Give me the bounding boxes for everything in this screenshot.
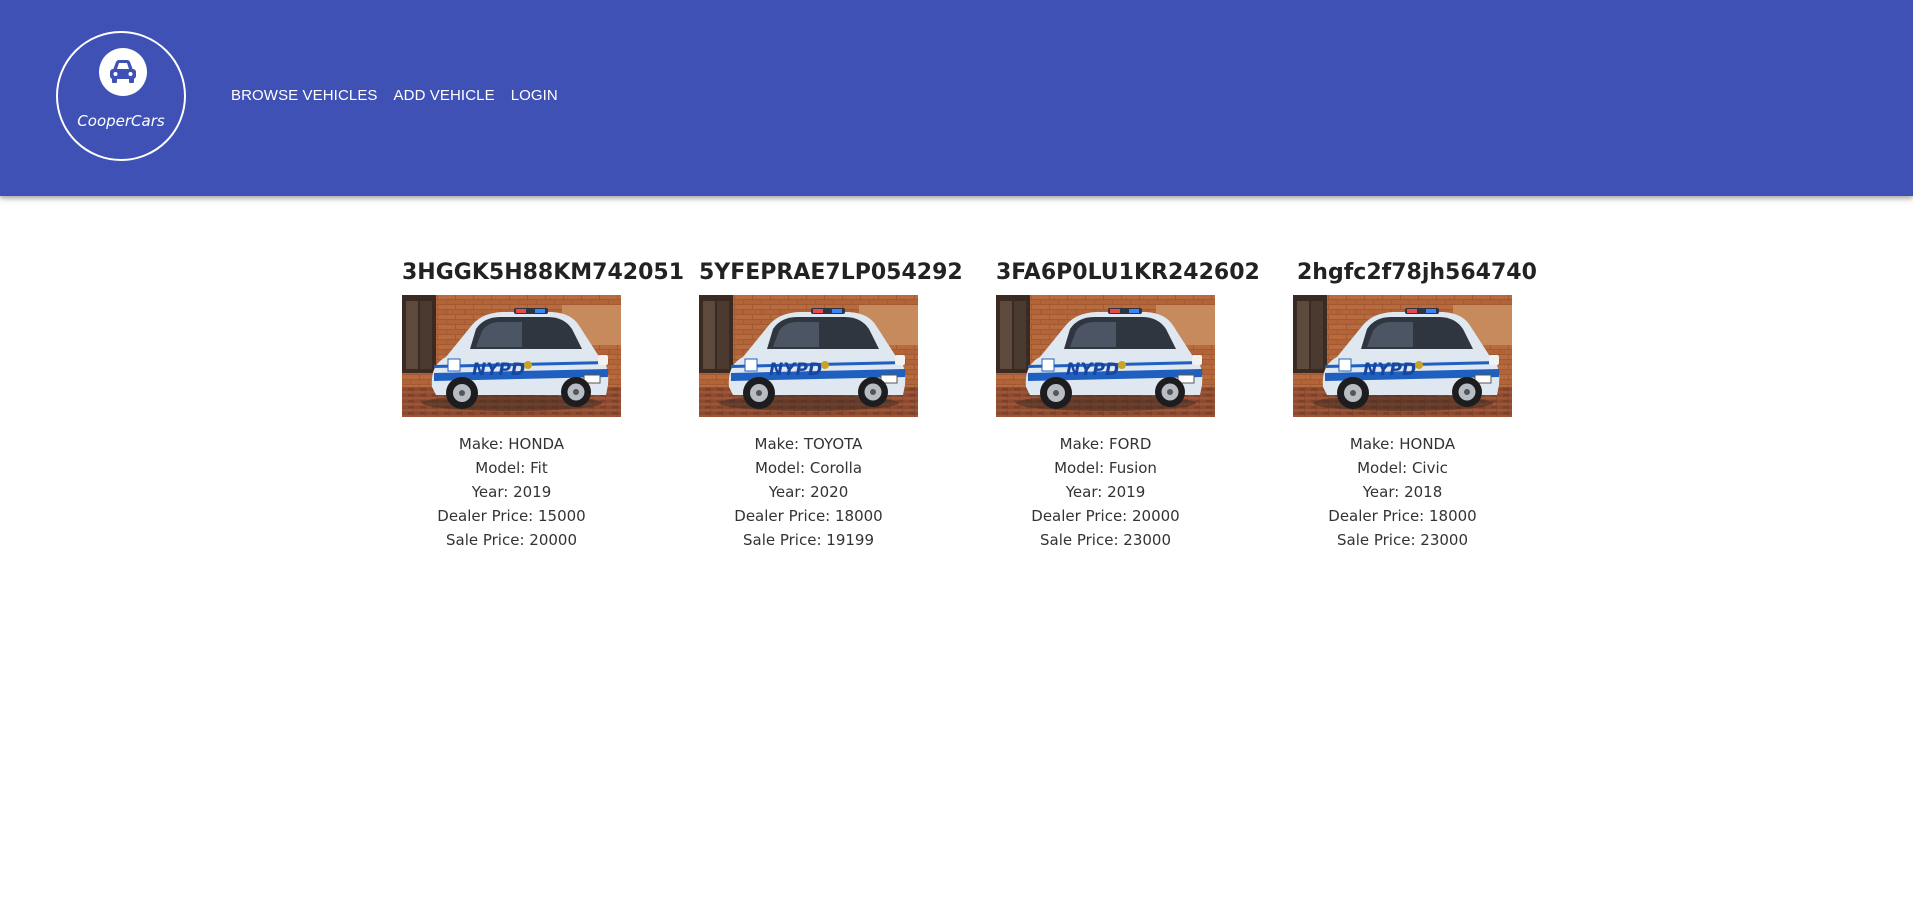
vehicle-model: Model: Civic xyxy=(1357,459,1448,477)
vehicle-make: Make: FORD xyxy=(1059,435,1152,453)
vehicle-model: Model: Fusion xyxy=(1054,459,1157,477)
nav-browse-vehicles[interactable]: BROWSE VEHICLES xyxy=(231,87,378,104)
vehicle-dealer-price: Dealer Price: 18000 xyxy=(1328,507,1477,525)
vehicle-details: Make: FORD Model: Fusion Year: 2019 Deal… xyxy=(996,432,1215,552)
main-nav: BROWSE VEHICLES ADD VEHICLE LOGIN xyxy=(231,87,558,104)
nav-login[interactable]: LOGIN xyxy=(511,87,558,104)
vehicle-year: Year: 2020 xyxy=(768,483,849,501)
logo[interactable]: CooperCars xyxy=(56,31,186,161)
vehicle-vin[interactable]: 3FA6P0LU1KR242602 xyxy=(996,258,1260,288)
vehicle-sale-price: Sale Price: 23000 xyxy=(1336,531,1468,549)
svg-text:NYPD: NYPD xyxy=(1363,360,1416,380)
vehicle-details: Make: HONDA Model: Civic Year: 2018 Deal… xyxy=(1293,432,1512,552)
car-icon xyxy=(110,60,136,83)
vehicle-details: Make: HONDA Model: Fit Year: 2019 Dealer… xyxy=(402,432,621,552)
vehicle-vin[interactable]: 5YFEPRAE7LP054292 xyxy=(699,258,963,288)
vehicle-details: Make: TOYOTA Model: Corolla Year: 2020 D… xyxy=(699,432,918,552)
app-header: CooperCars BROWSE VEHICLES ADD VEHICLE L… xyxy=(0,0,1913,196)
vehicle-year: Year: 2019 xyxy=(1065,483,1146,501)
vehicle-image[interactable]: NYPD xyxy=(699,295,918,417)
vehicle-make: Make: TOYOTA xyxy=(754,435,863,453)
vehicle-model: Model: Corolla xyxy=(754,459,863,477)
vehicle-image[interactable]: NYPD xyxy=(996,295,1215,417)
vehicle-year: Year: 2019 xyxy=(471,483,552,501)
vehicle-card: 2hgfc2f78jh564740 NYPD Make: HONDA Model… xyxy=(1293,258,1553,552)
vehicle-make: Make: HONDA xyxy=(458,435,565,453)
vehicle-year: Year: 2018 xyxy=(1362,483,1443,501)
vehicle-model: Model: Fit xyxy=(475,459,548,477)
vehicle-sale-price: Sale Price: 20000 xyxy=(445,531,577,549)
svg-text:NYPD: NYPD xyxy=(1066,360,1119,380)
vehicle-make: Make: HONDA xyxy=(1349,435,1456,453)
svg-text:NYPD: NYPD xyxy=(769,360,822,380)
vehicle-card: 3FA6P0LU1KR242602 NYPD Make: FORD Model:… xyxy=(996,258,1260,552)
vehicle-sale-price: Sale Price: 23000 xyxy=(1039,531,1171,549)
logo-text: CooperCars xyxy=(77,112,165,130)
vehicle-sale-price: Sale Price: 19199 xyxy=(742,531,874,549)
vehicle-card: 5YFEPRAE7LP054292 NYPD Make: TOYOTA Mode… xyxy=(699,258,963,552)
vehicle-vin[interactable]: 3HGGK5H88KM742051 xyxy=(402,258,684,288)
nav-add-vehicle[interactable]: ADD VEHICLE xyxy=(394,87,495,104)
vehicle-dealer-price: Dealer Price: 20000 xyxy=(1031,507,1180,525)
vehicle-vin[interactable]: 2hgfc2f78jh564740 xyxy=(1293,258,1553,288)
vehicle-card: 3HGGK5H88KM742051 NYPD Make: HONDA Model… xyxy=(402,258,684,552)
vehicle-image[interactable]: NYPD xyxy=(402,295,621,417)
logo-badge xyxy=(99,48,147,96)
svg-text:NYPD: NYPD xyxy=(472,360,525,380)
vehicle-dealer-price: Dealer Price: 15000 xyxy=(437,507,586,525)
vehicle-dealer-price: Dealer Price: 18000 xyxy=(734,507,883,525)
vehicle-image[interactable]: NYPD xyxy=(1293,295,1512,417)
